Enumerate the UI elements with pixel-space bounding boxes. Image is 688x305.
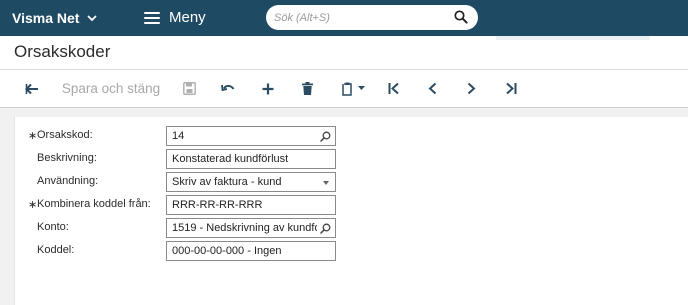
chevron-down-icon: [357, 86, 365, 90]
subaccount-label: Koddel:: [37, 244, 75, 256]
undo-button[interactable]: [217, 70, 239, 107]
search-box: [266, 5, 478, 30]
subaccount-field[interactable]: 000-00-00-000 - Ingen: [166, 241, 336, 261]
search-input[interactable]: [274, 9, 444, 26]
reason-code-label: Orsakskod:: [37, 129, 93, 141]
back-arrow-icon: [25, 83, 38, 94]
required-marker: ∗: [28, 130, 38, 142]
search-icon[interactable]: [454, 10, 468, 24]
next-record-button[interactable]: [460, 70, 482, 107]
search-icon[interactable]: [320, 223, 331, 234]
first-record-button[interactable]: [383, 70, 405, 107]
clipboard-dropdown-button[interactable]: [336, 70, 370, 107]
last-page-icon: [506, 82, 517, 95]
combine-subaccount-value: RRR-RR-RR-RRR: [172, 199, 263, 211]
description-row: Beskrivning: Konstaterad kundförlust: [15, 149, 688, 169]
reason-code-form: ∗ Orsakskod: 14 Beskrivning: Konstaterad…: [14, 117, 688, 305]
subaccount-row: Koddel: 000-00-00-000 - Ingen: [15, 241, 688, 261]
combine-subaccount-row: ∗ Kombinera koddel från: RRR-RR-RR-RRR: [15, 195, 688, 215]
search-icon[interactable]: [320, 131, 331, 142]
company-selector[interactable]: Visma Net: [12, 10, 98, 26]
undo-icon: [221, 84, 235, 92]
required-marker: ∗: [28, 199, 38, 211]
page-title: Orsakskoder: [14, 42, 111, 61]
account-value: 1519 - Nedskrivning av kundfordringar: [172, 222, 317, 234]
usage-label: Användning:: [37, 175, 99, 187]
header-placeholder: [496, 36, 650, 40]
save-and-close-label: Spara och stäng: [61, 81, 161, 96]
reason-code-field[interactable]: 14: [166, 126, 336, 146]
top-navigation-bar: Visma Net Meny: [0, 0, 688, 36]
subaccount-value: 000-00-00-000 - Ingen: [172, 245, 282, 257]
description-value: Konstaterad kundförlust: [172, 153, 289, 165]
combine-subaccount-field[interactable]: RRR-RR-RR-RRR: [166, 195, 336, 215]
save-and-close-button[interactable]: Spara och stäng: [58, 70, 164, 107]
back-button[interactable]: [20, 70, 44, 107]
dropdown-caret-icon: [323, 181, 329, 185]
first-page-icon: [388, 82, 399, 95]
page-header: Orsakskoder: [0, 36, 688, 70]
combine-subaccount-label: Kombinera koddel från:: [37, 198, 151, 210]
delete-button[interactable]: [296, 70, 318, 107]
delete-icon: [301, 82, 313, 95]
usage-row: Användning: Skriv av faktura - kund: [15, 172, 688, 192]
next-icon: [467, 82, 475, 95]
main-menu-button[interactable]: Meny: [144, 9, 206, 26]
reason-code-row: ∗ Orsakskod: 14: [15, 126, 688, 146]
add-button[interactable]: [257, 70, 279, 107]
usage-value: Skriv av faktura - kund: [172, 176, 282, 188]
save-button[interactable]: [178, 70, 200, 107]
hamburger-icon: [144, 11, 160, 24]
menu-label: Meny: [169, 9, 206, 26]
previous-icon: [428, 82, 436, 95]
chevron-down-icon: [87, 14, 98, 21]
reason-code-value: 14: [172, 130, 185, 142]
account-label: Konto:: [37, 221, 69, 233]
toolbar: Spara och stäng: [0, 70, 688, 108]
clipboard-icon: [341, 82, 354, 96]
account-field[interactable]: 1519 - Nedskrivning av kundfordringar: [166, 218, 336, 238]
usage-select[interactable]: Skriv av faktura - kund: [166, 172, 336, 192]
description-label: Beskrivning:: [37, 152, 97, 164]
account-row: Konto: 1519 - Nedskrivning av kundfordri…: [15, 218, 688, 238]
previous-record-button[interactable]: [421, 70, 443, 107]
last-record-button[interactable]: [500, 70, 522, 107]
add-icon: [262, 83, 274, 94]
description-field[interactable]: Konstaterad kundförlust: [166, 149, 336, 169]
brand-label: Visma Net: [12, 10, 80, 26]
save-icon: [182, 82, 196, 95]
